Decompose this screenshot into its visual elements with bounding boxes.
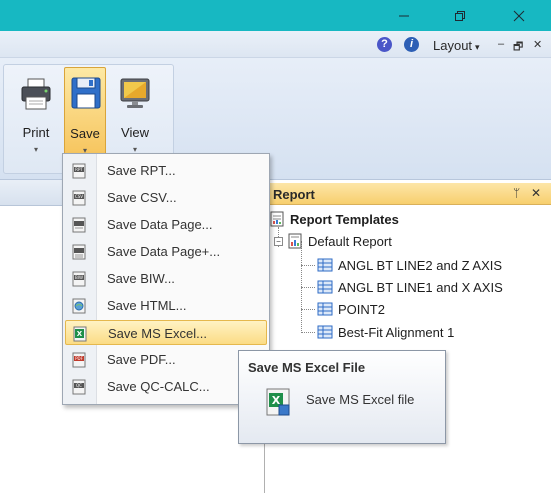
layout-label: Layout: [433, 38, 473, 53]
menu-item-label: Save Data Page...: [107, 217, 213, 232]
menu-item-label: Save HTML...: [107, 298, 187, 313]
save-button[interactable]: Save ▾: [64, 67, 106, 161]
excel-file-icon: X: [266, 388, 290, 416]
svg-text:RPT: RPT: [75, 167, 83, 172]
tooltip-description: Save MS Excel file: [306, 392, 415, 407]
biw-file-icon: BIW: [72, 271, 86, 287]
excel-file-icon: X: [73, 326, 87, 342]
tree-item-report-templates[interactable]: Report Templates: [269, 210, 399, 228]
tree-item-label: Best-Fit Alignment 1: [338, 324, 455, 340]
help-icon[interactable]: ?: [377, 37, 392, 52]
ribbon-top-bar: ? i Layout ▾ – 🗗 ✕: [0, 31, 551, 58]
menu-item-label: Save RPT...: [107, 163, 176, 178]
monitor-icon: [120, 78, 150, 108]
report-panel-title: Report: [273, 187, 315, 202]
floppy-disk-icon: [71, 77, 101, 109]
ribbon-close-icon[interactable]: ✕: [533, 38, 542, 51]
excel-tooltip: Save MS Excel File X Save MS Excel file: [238, 350, 446, 444]
svg-text:PDF: PDF: [75, 356, 83, 361]
tree-item-label: POINT2: [338, 301, 385, 317]
close-button[interactable]: [496, 0, 542, 31]
tree-root-label: Report Templates: [290, 211, 399, 227]
tree-item[interactable]: ANGL BT LINE2 and Z AXIS: [317, 256, 502, 274]
table-icon: [317, 325, 333, 339]
html-file-icon: [72, 298, 86, 314]
collapse-icon[interactable]: −: [274, 236, 283, 246]
menu-item-save-csv[interactable]: CSV Save CSV...: [65, 185, 267, 210]
report-panel: Report ᛘ ✕ Report Templates − Default Re…: [264, 183, 551, 493]
tree-connector: [301, 309, 315, 310]
ribbon-minimize-icon[interactable]: –: [498, 38, 504, 50]
menu-item-save-pdf[interactable]: PDF Save PDF...: [65, 347, 267, 372]
menu-item-save-biw[interactable]: BIW Save BIW...: [65, 266, 267, 291]
layout-menu[interactable]: Layout ▾: [433, 38, 480, 53]
qc-calc-file-icon: QC: [72, 379, 86, 395]
about-icon[interactable]: i: [404, 37, 419, 52]
pin-icon[interactable]: ᛘ: [513, 186, 520, 200]
tree-item[interactable]: POINT2: [317, 300, 385, 318]
table-icon: [317, 258, 333, 272]
close-icon: [513, 10, 525, 21]
close-icon[interactable]: ✕: [531, 186, 541, 200]
menu-item-save-data-page[interactable]: Save Data Page...: [65, 212, 267, 237]
tree-connector: [301, 332, 315, 333]
tree-child-label: Default Report: [308, 233, 392, 249]
ribbon-restore-icon[interactable]: 🗗: [513, 38, 523, 57]
svg-text:CSV: CSV: [75, 194, 83, 199]
menu-item-save-data-page-plus[interactable]: Save Data Page+...: [65, 239, 267, 264]
print-button[interactable]: Print ▾: [15, 73, 57, 161]
svg-text:QC: QC: [76, 383, 82, 388]
title-bar: [0, 0, 551, 31]
restore-icon: [455, 10, 465, 21]
tree-connector: [301, 287, 315, 288]
tree-item[interactable]: ANGL BT LINE1 and X AXIS: [317, 278, 503, 296]
chevron-down-icon: ▾: [475, 42, 480, 52]
menu-item-label: Save CSV...: [107, 190, 177, 205]
tree-item-default-report[interactable]: − Default Report: [274, 232, 392, 250]
report-panel-header: Report ᛘ ✕: [265, 183, 551, 205]
table-icon: [317, 280, 333, 294]
data-page-icon: [72, 217, 86, 233]
view-button[interactable]: View ▾: [114, 73, 156, 161]
table-icon: [317, 302, 333, 316]
minimize-button[interactable]: [381, 0, 427, 31]
restore-button[interactable]: [437, 0, 483, 31]
minimize-icon: [399, 15, 409, 16]
save-label: Save: [70, 126, 100, 141]
menu-item-label: Save PDF...: [107, 352, 176, 367]
tree-connector: [301, 265, 315, 266]
view-label: View: [121, 125, 149, 140]
print-label: Print: [22, 125, 50, 140]
tree-item-label: ANGL BT LINE2 and Z AXIS: [338, 257, 503, 273]
menu-item-label: Save QC-CALC...: [107, 379, 210, 394]
menu-item-label: Save MS Excel...: [108, 326, 207, 341]
rpt-file-icon: RPT: [72, 163, 86, 179]
report-icon: [288, 233, 302, 249]
menu-item-save-rpt[interactable]: RPT Save RPT...: [65, 158, 267, 183]
menu-item-save-html[interactable]: Save HTML...: [65, 293, 267, 318]
menu-item-label: Save BIW...: [107, 271, 175, 286]
data-page-plus-icon: [72, 244, 86, 260]
csv-file-icon: CSV: [72, 190, 86, 206]
menu-item-save-qc-calc[interactable]: QC Save QC-CALC...: [65, 374, 267, 399]
chevron-down-icon: ▾: [33, 145, 38, 154]
printer-icon: [21, 78, 51, 110]
menu-item-save-ms-excel[interactable]: X Save MS Excel...: [65, 320, 267, 345]
svg-text:X: X: [77, 330, 83, 338]
tree-item[interactable]: Best-Fit Alignment 1: [317, 323, 454, 341]
tree-item-label: ANGL BT LINE1 and X AXIS: [338, 279, 503, 295]
report-templates-icon: [270, 211, 284, 227]
tooltip-title: Save MS Excel File: [248, 360, 366, 375]
menu-item-label: Save Data Page+...: [107, 244, 221, 259]
pdf-file-icon: PDF: [72, 352, 86, 368]
svg-text:BIW: BIW: [75, 275, 83, 280]
